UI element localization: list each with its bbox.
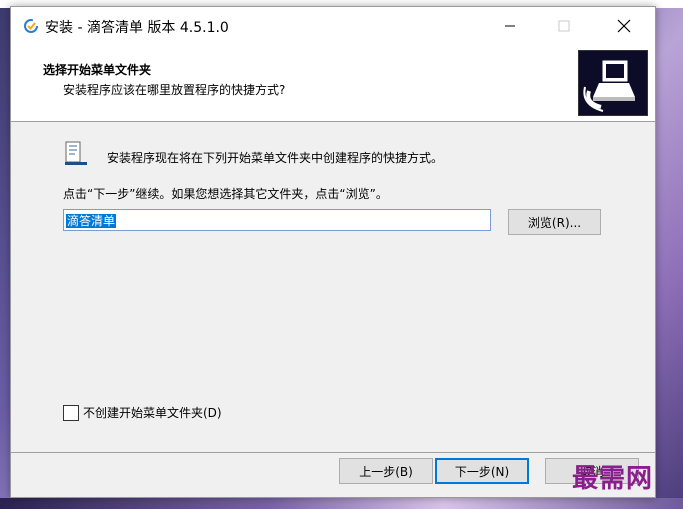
browse-button[interactable]: 浏览(R)...	[508, 209, 601, 235]
no-folder-checkbox-label[interactable]: 不创建开始菜单文件夹(D)	[83, 404, 222, 421]
installer-window: 安装 - 滴答清单 版本 4.5.1.0 选择开始菜单文件夹 安装程序应该在哪里…	[10, 6, 656, 498]
dida-check-icon	[24, 19, 38, 33]
minimize-icon	[505, 25, 515, 27]
close-button[interactable]	[601, 7, 647, 45]
start-menu-folder-input[interactable]: 滴答清单	[63, 209, 491, 231]
back-button[interactable]: 上一步(B)	[339, 458, 433, 484]
folder-input-value: 滴答清单	[66, 214, 117, 228]
content-instruction: 点击“下一步”继续。如果您想选择其它文件夹，点击“浏览”。	[63, 187, 388, 201]
wizard-header: 选择开始菜单文件夹 安装程序应该在哪里放置程序的快捷方式?	[11, 45, 655, 122]
watermark-text: 最需网	[572, 464, 654, 494]
background-desktop	[0, 498, 683, 509]
wizard-content: 安装程序现在将在下列开始菜单文件夹中创建程序的快捷方式。 点击“下一步”继续。如…	[11, 123, 655, 452]
maximize-icon	[558, 20, 570, 32]
page-title: 选择开始菜单文件夹	[43, 63, 152, 77]
footer-divider	[11, 452, 655, 453]
window-title: 安装 - 滴答清单 版本 4.5.1.0	[45, 20, 229, 36]
start-menu-folder-icon	[65, 141, 87, 165]
minimize-button[interactable]	[487, 7, 533, 45]
close-icon	[617, 19, 631, 33]
next-button[interactable]: 下一步(N)	[435, 458, 529, 484]
no-folder-option[interactable]: 不创建开始菜单文件夹(D)	[63, 404, 222, 421]
installer-computer-icon	[578, 50, 648, 116]
no-folder-checkbox[interactable]	[63, 404, 79, 421]
maximize-button	[541, 7, 587, 45]
content-description: 安装程序现在将在下列开始菜单文件夹中创建程序的快捷方式。	[107, 151, 444, 165]
page-subtitle: 安装程序应该在哪里放置程序的快捷方式?	[63, 83, 286, 97]
title-bar[interactable]: 安装 - 滴答清单 版本 4.5.1.0	[11, 7, 655, 45]
